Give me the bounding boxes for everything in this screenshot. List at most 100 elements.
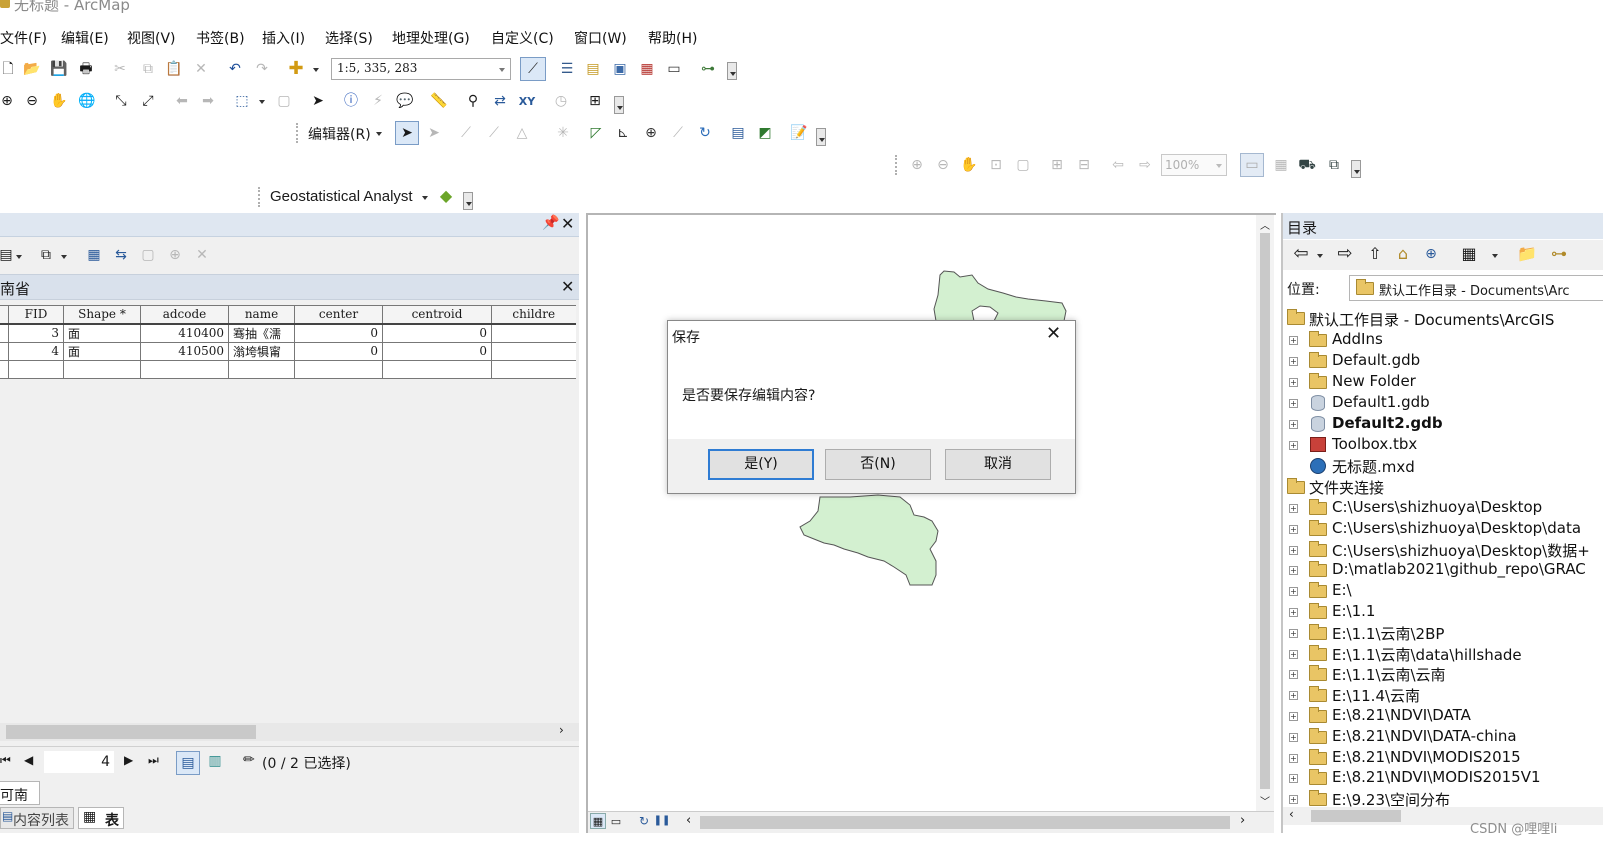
view-dropdown-icon[interactable] <box>1492 254 1498 258</box>
column-header[interactable]: name <box>228 305 295 325</box>
full-extent-globe-icon[interactable]: 🌐 <box>77 91 97 111</box>
back-extent-icon[interactable]: ⬅ <box>172 91 192 111</box>
table-tab-active[interactable]: 可南省 <box>0 781 40 824</box>
geostatistical-menu[interactable]: Geostatistical Analyst <box>270 188 413 205</box>
up-one-level-icon[interactable]: ⇧ <box>1365 244 1385 264</box>
table-cell[interactable] <box>382 359 492 379</box>
menu-windows[interactable]: 窗口(W) <box>574 28 627 48</box>
home-icon[interactable]: ⌂ <box>1393 244 1413 264</box>
delete-icon[interactable]: ✕ <box>191 59 211 79</box>
column-header[interactable]: Shape * <box>63 305 141 325</box>
scale-combobox[interactable]: 1:5, 335, 283 <box>331 58 511 80</box>
expand-plus-icon[interactable]: + <box>1289 545 1298 555</box>
yes-button[interactable]: 是(Y) <box>708 449 814 480</box>
straight-segment-icon[interactable]: ⟋ <box>456 123 476 143</box>
editor-menu[interactable]: 编辑器(R) <box>308 124 371 144</box>
focus-data-frame-icon[interactable]: ▦ <box>1271 155 1291 175</box>
select-features-icon[interactable]: ⬚ <box>232 91 252 111</box>
table-cell[interactable]: 4 <box>8 341 64 361</box>
province-polygon-south[interactable] <box>799 494 939 586</box>
expand-plus-icon[interactable]: + <box>1289 504 1298 513</box>
expand-plus-icon[interactable]: + <box>1289 336 1298 345</box>
record-number-field[interactable]: 4 <box>44 751 114 773</box>
zoom-in-icon[interactable]: ⊕ <box>0 91 17 111</box>
zoom-whole-page-icon[interactable]: ⊡ <box>986 155 1006 175</box>
scroll-down-icon[interactable]: ﹀ <box>1260 793 1270 808</box>
show-all-records-icon[interactable]: ▤ <box>176 751 200 775</box>
switch-selection-icon[interactable]: ⇆ <box>111 245 131 265</box>
table-cell[interactable]: 面 <box>63 323 141 343</box>
clear-selection-icon[interactable]: ▢ <box>274 91 294 111</box>
editor-dropdown-icon[interactable] <box>376 132 382 136</box>
toolbar-grip[interactable] <box>258 187 262 207</box>
editor-toolbar-toggle-icon[interactable]: ⟋ <box>520 57 546 81</box>
scrollbar-thumb[interactable] <box>6 725 256 739</box>
no-button[interactable]: 否(N) <box>825 449 931 480</box>
scrollbar-thumb[interactable] <box>1260 233 1270 789</box>
table-cell[interactable]: 0 <box>382 341 492 361</box>
geostatistical-wizard-icon[interactable]: ◆ <box>436 186 456 206</box>
location-field[interactable]: 默认工作目录 - Documents\Arc <box>1349 275 1603 301</box>
expand-plus-icon[interactable]: + <box>1289 649 1298 659</box>
expand-plus-icon[interactable]: + <box>1289 420 1298 429</box>
sketch-properties-icon[interactable]: ◩ <box>755 123 775 143</box>
menu-insert[interactable]: 插入(I) <box>262 28 305 48</box>
column-header[interactable]: childre <box>491 305 576 325</box>
table-row[interactable]: 4 面 410500 滃垮犋甯 0 0 <box>0 341 576 361</box>
table-cell[interactable] <box>63 359 141 379</box>
new-document-icon[interactable]: 🗋 <box>0 59 18 79</box>
select-features-dropdown-icon[interactable] <box>259 100 265 104</box>
show-selected-records-icon[interactable]: ▥ <box>205 751 225 771</box>
redo-icon[interactable]: ↷ <box>252 59 272 79</box>
pause-drawing-icon[interactable]: ❚❚ <box>654 813 671 829</box>
table-options-icon[interactable]: ▤ <box>0 245 16 265</box>
html-popup-icon[interactable]: 💬 <box>395 91 415 111</box>
menu-customize[interactable]: 自定义(C) <box>491 28 554 48</box>
related-tables-dropdown-icon[interactable] <box>61 255 67 259</box>
toolbar-options-icon[interactable] <box>1351 160 1361 178</box>
map-view[interactable]: ︿ ﹀ ▦ ▭ ↻ ❚❚ ‹ › <box>586 213 1276 833</box>
expand-plus-icon[interactable]: + <box>1289 399 1298 408</box>
modelbuilder-icon[interactable]: ⊶ <box>698 59 718 79</box>
new-folder-icon[interactable]: 📁 <box>1517 244 1537 264</box>
add-data-dropdown-icon[interactable] <box>313 68 319 72</box>
toolbar-options-icon[interactable] <box>614 96 624 114</box>
find-binoculars-icon[interactable]: ⚲ <box>463 91 483 111</box>
scroll-left-icon[interactable]: ‹ <box>686 813 691 828</box>
scroll-left-icon[interactable]: ‹ <box>1289 807 1294 821</box>
arctoolbox-icon[interactable]: ▦ <box>637 59 657 79</box>
cut-polygons-icon[interactable]: ⊕ <box>641 123 661 143</box>
column-header[interactable]: FID <box>8 305 64 325</box>
menu-edit[interactable]: 编辑(E) <box>61 28 109 48</box>
table-options-dropdown-icon[interactable] <box>16 255 22 259</box>
zoom-100-icon[interactable]: ▢ <box>1013 155 1033 175</box>
expand-plus-icon[interactable]: + <box>1289 587 1298 597</box>
toolbar-grip[interactable] <box>895 155 899 175</box>
menu-geoprocessing[interactable]: 地理处理(G) <box>392 28 470 48</box>
geostatistical-dropdown-icon[interactable] <box>422 196 428 200</box>
expand-plus-icon[interactable]: + <box>1289 441 1298 450</box>
endpoint-arc-icon[interactable]: ⟋ <box>484 123 504 143</box>
table-cell[interactable]: 0 <box>382 323 492 343</box>
cut-icon[interactable]: ✂ <box>110 59 130 79</box>
expand-plus-icon[interactable]: + <box>1289 378 1298 387</box>
scroll-up-icon[interactable]: ︿ <box>1260 217 1270 232</box>
expand-plus-icon[interactable]: + <box>1289 753 1298 763</box>
forward-arrow-icon[interactable]: ⇨ <box>1335 244 1355 264</box>
back-dropdown-icon[interactable] <box>1317 254 1323 258</box>
column-header[interactable]: center <box>294 305 383 325</box>
expand-plus-icon[interactable]: + <box>1289 566 1298 576</box>
toolbar-options-icon[interactable] <box>463 192 473 210</box>
menu-help[interactable]: 帮助(H) <box>648 28 697 48</box>
scrollbar-thumb[interactable] <box>1311 810 1401 822</box>
fixed-zoom-out-icon[interactable]: ⊟ <box>1074 155 1094 175</box>
table-cell[interactable] <box>140 359 229 379</box>
view-options-icon[interactable]: ▦ <box>1459 244 1479 264</box>
select-elements-arrow-icon[interactable]: ➤ <box>308 91 328 111</box>
table-cell[interactable] <box>8 359 64 379</box>
row-selector[interactable] <box>0 359 9 379</box>
menu-selection[interactable]: 选择(S) <box>325 28 373 48</box>
pan-hand-icon[interactable]: ✋ <box>49 91 69 111</box>
table-cell[interactable]: 骞抽《濡 <box>228 323 295 343</box>
layout-pan-icon[interactable]: ✋ <box>959 155 979 175</box>
